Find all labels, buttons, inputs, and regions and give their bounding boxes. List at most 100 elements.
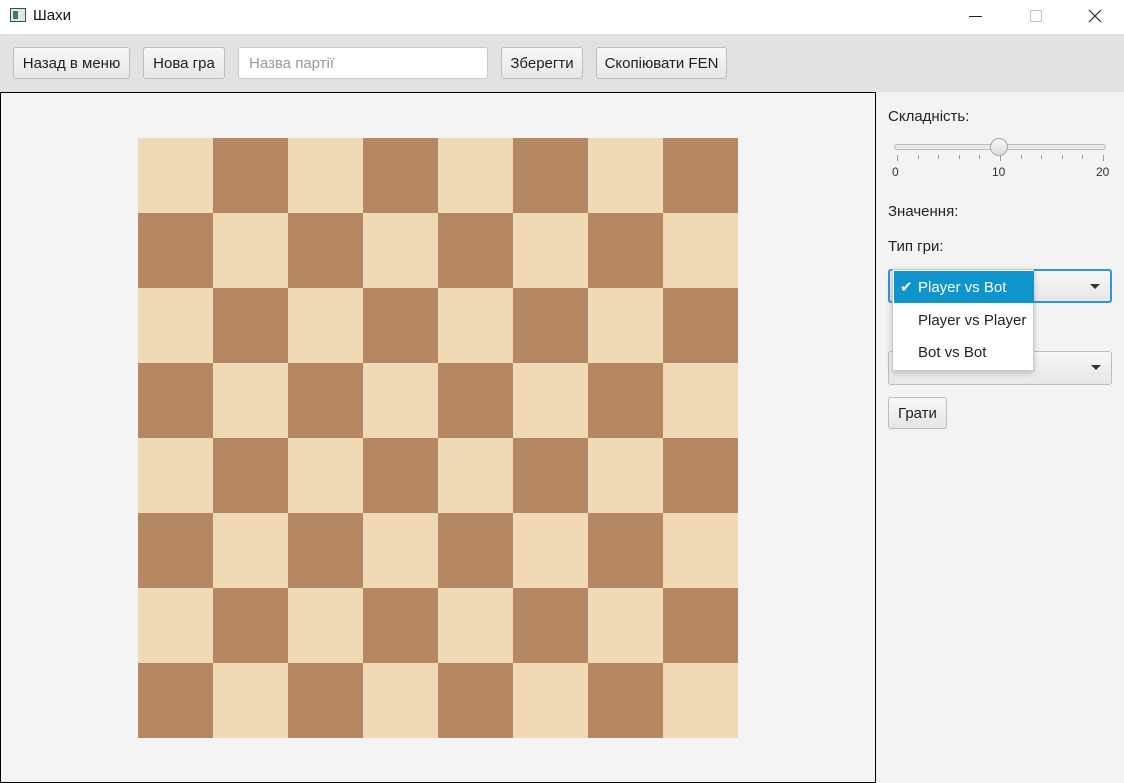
slider-tick	[897, 155, 898, 161]
board-square[interactable]	[513, 138, 588, 213]
board-square[interactable]	[663, 438, 738, 513]
board-square[interactable]	[663, 213, 738, 288]
board-area	[0, 92, 876, 783]
play-button[interactable]: Грати	[888, 397, 947, 429]
board-square[interactable]	[588, 288, 663, 363]
slider-tick	[1061, 155, 1063, 159]
board-square[interactable]	[588, 588, 663, 663]
board-square[interactable]	[213, 588, 288, 663]
new-game-button[interactable]: Нова гра	[143, 47, 225, 79]
board-square[interactable]	[513, 663, 588, 738]
option-player-vs-player[interactable]: Player vs Player	[894, 304, 1034, 336]
board-square[interactable]	[138, 663, 213, 738]
board-square[interactable]	[213, 363, 288, 438]
close-button[interactable]	[1070, 0, 1120, 32]
board-square[interactable]	[363, 288, 438, 363]
board-square[interactable]	[138, 363, 213, 438]
board-square[interactable]	[138, 438, 213, 513]
board-square[interactable]	[438, 513, 513, 588]
save-button[interactable]: Зберегти	[501, 47, 583, 79]
board-square[interactable]	[513, 513, 588, 588]
chevron-down-icon	[1090, 284, 1100, 289]
board-square[interactable]	[438, 363, 513, 438]
board-square[interactable]	[363, 213, 438, 288]
board-square[interactable]	[438, 138, 513, 213]
board-square[interactable]	[363, 138, 438, 213]
board-square[interactable]	[663, 588, 738, 663]
board-square[interactable]	[588, 138, 663, 213]
board-square[interactable]	[663, 663, 738, 738]
board-square[interactable]	[213, 288, 288, 363]
option-label: Player vs Player	[918, 311, 1027, 329]
board-square[interactable]	[288, 138, 363, 213]
board-square[interactable]	[288, 288, 363, 363]
board-square[interactable]	[213, 213, 288, 288]
board-square[interactable]	[438, 588, 513, 663]
board-square[interactable]	[513, 213, 588, 288]
game-name-input[interactable]	[238, 47, 488, 79]
board-square[interactable]	[138, 288, 213, 363]
board-square[interactable]	[138, 138, 213, 213]
board-square[interactable]	[588, 663, 663, 738]
board-square[interactable]	[363, 513, 438, 588]
minimize-button[interactable]	[950, 0, 1000, 32]
option-label: Player vs Bot	[918, 278, 1007, 296]
app-window-icon	[10, 8, 26, 22]
difficulty-slider[interactable]: 0 10 20	[892, 136, 1110, 179]
board-square[interactable]	[663, 363, 738, 438]
board-square[interactable]	[663, 513, 738, 588]
board-square[interactable]	[588, 363, 663, 438]
board-square[interactable]	[663, 288, 738, 363]
copy-fen-button[interactable]: Скопіювати FEN	[596, 47, 727, 79]
close-icon	[1088, 9, 1102, 23]
slider-tick	[938, 155, 940, 159]
back-to-menu-button[interactable]: Назад в меню	[13, 47, 130, 79]
board-square[interactable]	[513, 588, 588, 663]
board-square[interactable]	[213, 138, 288, 213]
option-bot-vs-bot[interactable]: Bot vs Bot	[894, 336, 1034, 368]
board-square[interactable]	[588, 438, 663, 513]
window-title: Шахи	[33, 7, 71, 24]
slider-tick	[917, 155, 919, 159]
board-square[interactable]	[288, 363, 363, 438]
option-player-vs-bot[interactable]: ✔ Player vs Bot	[894, 271, 1034, 303]
board-square[interactable]	[513, 288, 588, 363]
settings-panel: Складність: 0 10 20 Значення: Тип гри: Г…	[876, 92, 1124, 783]
tick-label-max: 20	[1096, 165, 1110, 179]
board-square[interactable]	[438, 213, 513, 288]
board-square[interactable]	[138, 213, 213, 288]
title-bar: Шахи	[0, 0, 1124, 34]
board-square[interactable]	[288, 438, 363, 513]
slider-tick	[979, 155, 981, 159]
board-square[interactable]	[138, 513, 213, 588]
difficulty-label: Складність:	[888, 108, 970, 125]
tick-label-mid: 10	[992, 165, 1006, 179]
board-square[interactable]	[288, 663, 363, 738]
board-square[interactable]	[588, 213, 663, 288]
slider-tick	[1103, 155, 1104, 161]
board-square[interactable]	[438, 288, 513, 363]
board-square[interactable]	[363, 438, 438, 513]
board-square[interactable]	[288, 513, 363, 588]
chess-board[interactable]	[138, 138, 738, 738]
board-square[interactable]	[513, 438, 588, 513]
board-square[interactable]	[438, 663, 513, 738]
board-square[interactable]	[663, 138, 738, 213]
board-square[interactable]	[363, 588, 438, 663]
board-square[interactable]	[213, 663, 288, 738]
board-square[interactable]	[588, 513, 663, 588]
toolbar: Назад в меню Нова гра Зберегти Скопіюват…	[0, 34, 1124, 92]
board-square[interactable]	[288, 213, 363, 288]
board-square[interactable]	[438, 438, 513, 513]
board-square[interactable]	[138, 588, 213, 663]
board-square[interactable]	[363, 363, 438, 438]
board-square[interactable]	[213, 438, 288, 513]
board-square[interactable]	[513, 363, 588, 438]
maximize-button[interactable]	[1011, 0, 1061, 32]
board-square[interactable]	[363, 663, 438, 738]
slider-thumb[interactable]	[990, 138, 1008, 156]
option-label: Bot vs Bot	[918, 343, 987, 361]
board-square[interactable]	[288, 588, 363, 663]
board-square[interactable]	[213, 513, 288, 588]
slider-tick	[1041, 155, 1043, 159]
